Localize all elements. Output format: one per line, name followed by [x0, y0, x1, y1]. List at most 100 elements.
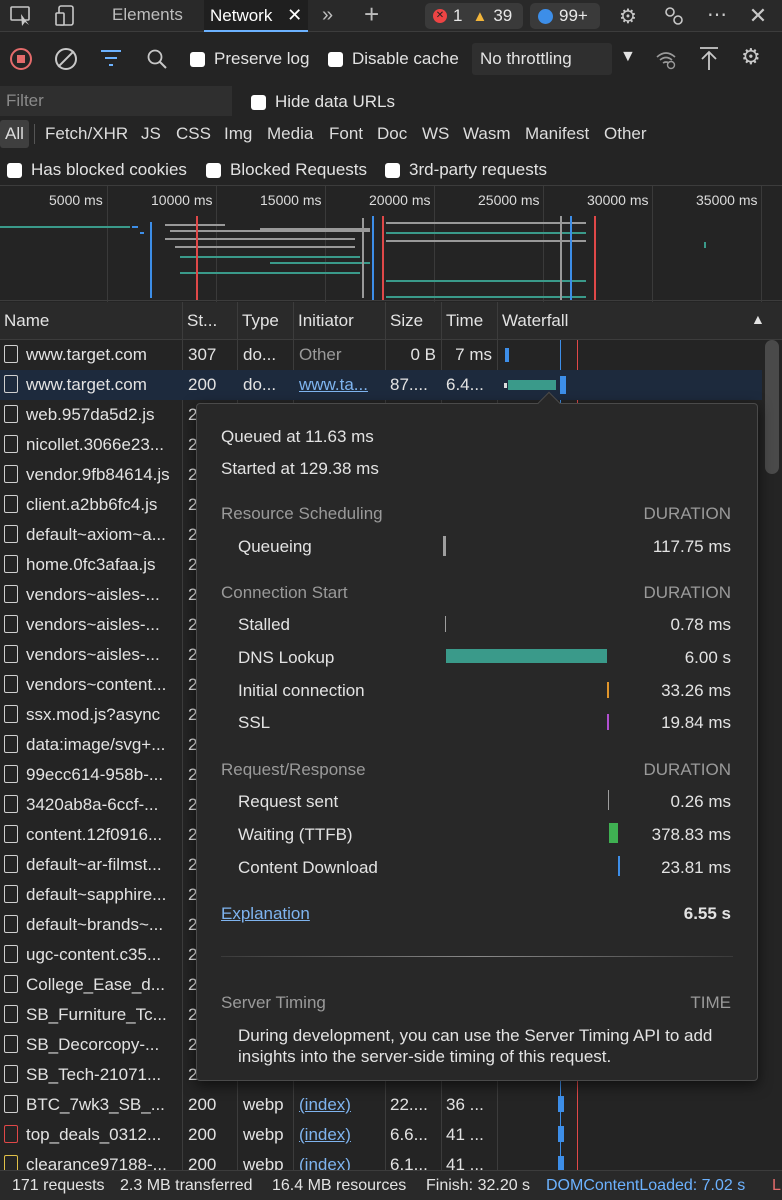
messages-counter[interactable]: 99+ — [530, 3, 600, 29]
issues-counter[interactable]: ✕ 1 ▲ 39 — [425, 3, 523, 29]
column-header-waterfall[interactable]: Waterfall — [497, 302, 782, 340]
close-tab-icon[interactable]: ✕ — [287, 5, 302, 25]
scrollbar-thumb[interactable] — [765, 340, 779, 474]
disable-cache-checkbox[interactable]: Disable cache — [328, 49, 459, 69]
script-icon — [4, 554, 18, 573]
column-header-type[interactable]: Type — [237, 302, 293, 340]
column-header-name[interactable]: Name — [0, 302, 182, 340]
waterfall-bar — [508, 380, 556, 390]
type-filter-all[interactable]: All — [0, 120, 29, 148]
type-filter-doc[interactable]: Doc — [377, 120, 407, 148]
type-filter-js[interactable]: JS — [141, 120, 161, 148]
phase-duration: 33.26 ms — [661, 681, 731, 700]
type-filter-img[interactable]: Img — [224, 120, 252, 148]
tab-network-label: Network — [210, 6, 273, 25]
network-conditions-icon[interactable] — [654, 48, 678, 75]
request-type: webp — [243, 1125, 284, 1144]
customize-icon[interactable] — [662, 4, 686, 28]
tab-elements[interactable]: Elements — [112, 0, 183, 32]
type-filter-wasm[interactable]: Wasm — [463, 120, 511, 148]
inspect-element-icon[interactable] — [8, 4, 34, 28]
column-header-size[interactable]: Size — [385, 302, 441, 340]
hide-data-urls-box[interactable] — [251, 94, 266, 110]
table-scrollbar[interactable] — [762, 340, 782, 1170]
preserve-log-box[interactable] — [190, 51, 205, 67]
column-header-initiator[interactable]: Initiator — [293, 302, 385, 340]
hide-data-urls-checkbox[interactable]: Hide data URLs — [251, 92, 395, 112]
filter-icon[interactable] — [100, 49, 122, 72]
overview-bars — [0, 216, 706, 300]
type-filter-font[interactable]: Font — [329, 120, 363, 148]
chevron-down-icon[interactable]: ▼ — [620, 48, 636, 66]
more-options-icon[interactable]: ⋯ — [704, 2, 730, 26]
overview-timeline[interactable]: 5000 ms 10000 ms 15000 ms 20000 ms 25000… — [0, 185, 782, 302]
load-time: L — [772, 1177, 781, 1194]
table-row[interactable]: top_deals_0312... 200 webp (index) 6.6..… — [0, 1120, 762, 1150]
request-initiator-link[interactable]: (index) — [299, 1120, 351, 1150]
close-devtools-icon[interactable]: ✕ — [746, 3, 770, 28]
has-blocked-cookies-checkbox[interactable]: Has blocked cookies — [7, 160, 187, 180]
type-filter-fetch-xhr[interactable]: Fetch/XHR — [45, 120, 128, 148]
preserve-log-checkbox[interactable]: Preserve log — [190, 49, 309, 69]
type-filter-manifest[interactable]: Manifest — [525, 120, 589, 148]
blocked-requests-box[interactable] — [206, 162, 221, 178]
import-har-icon[interactable] — [698, 46, 720, 77]
type-filter-other[interactable]: Other — [604, 120, 647, 148]
column-header-status[interactable]: St... — [182, 302, 237, 340]
more-tabs-icon[interactable]: » — [322, 0, 333, 32]
request-initiator-link[interactable]: www.ta... — [299, 370, 368, 400]
table-row[interactable]: BTC_7wk3_SB_... 200 webp (index) 22.... … — [0, 1090, 762, 1120]
phase-label: Queueing — [238, 537, 312, 556]
request-size: 87.... — [390, 375, 428, 394]
script-icon — [4, 764, 18, 783]
script-icon — [4, 794, 18, 813]
script-icon — [4, 824, 18, 843]
column-header-time[interactable]: Time — [441, 302, 497, 340]
network-settings-gear-icon[interactable]: ⚙ — [741, 44, 761, 70]
record-stop-icon[interactable] — [10, 48, 32, 70]
script-icon — [4, 914, 18, 933]
type-filter-ws[interactable]: WS — [422, 120, 449, 148]
device-toolbar-icon[interactable] — [54, 4, 80, 28]
section-server-timing: Server Timing — [221, 993, 326, 1012]
blocked-requests-checkbox[interactable]: Blocked Requests — [206, 160, 367, 180]
devtools-tab-bar: Elements Network ✕ » + ✕ 1 ▲ 39 99+ ⚙ ⋯ … — [0, 0, 782, 32]
waterfall-bar — [560, 376, 566, 394]
clear-icon[interactable] — [55, 48, 77, 70]
tab-network[interactable]: Network ✕ — [204, 0, 309, 32]
third-party-label: 3rd-party requests — [409, 160, 547, 179]
phase-label: Content Download — [238, 858, 378, 877]
overview-tick: 35000 ms — [696, 192, 758, 208]
disable-cache-box[interactable] — [328, 51, 343, 67]
duration-header: DURATION — [643, 583, 731, 602]
overview-tick: 30000 ms — [587, 192, 649, 208]
type-filter-css[interactable]: CSS — [176, 120, 211, 148]
network-status-bar: 171 requests 2.3 MB transferred 16.4 MB … — [0, 1170, 782, 1200]
throttling-select[interactable]: No throttling — [472, 43, 612, 75]
phase-duration: 19.84 ms — [661, 713, 731, 732]
request-initiator: Other — [299, 345, 342, 364]
table-row[interactable]: www.target.com 307 do... Other 0 B 7 ms — [0, 340, 762, 370]
filter-input[interactable] — [0, 86, 232, 116]
search-icon[interactable] — [146, 48, 168, 75]
request-name: default~sapphire... — [26, 885, 167, 904]
image-icon — [4, 974, 18, 993]
sort-ascending-icon[interactable]: ▲ — [751, 311, 765, 327]
network-toolbar: Preserve log Disable cache No throttling… — [0, 40, 782, 80]
started-at: Started at 129.38 ms — [221, 459, 379, 478]
third-party-box[interactable] — [385, 162, 400, 178]
third-party-checkbox[interactable]: 3rd-party requests — [385, 160, 547, 180]
request-name: content.12f0916... — [26, 825, 163, 844]
type-filter-media[interactable]: Media — [267, 120, 313, 148]
add-tab-icon[interactable]: + — [364, 0, 379, 32]
dom-content-loaded-time: DOMContentLoaded: 7.02 s — [546, 1177, 746, 1194]
request-time: 6.4... — [446, 375, 484, 394]
explanation-link[interactable]: Explanation — [221, 904, 310, 924]
table-row[interactable]: clearance97188-... 200 webp (index) 6.1.… — [0, 1150, 762, 1170]
request-initiator-link[interactable]: (index) — [299, 1090, 351, 1120]
settings-gear-icon[interactable]: ⚙ — [616, 4, 640, 28]
request-initiator-link[interactable]: (index) — [299, 1150, 351, 1170]
request-name: vendor.9fb84614.js — [26, 465, 170, 484]
table-row[interactable]: www.target.com 200 do... www.ta... 87...… — [0, 370, 762, 400]
has-blocked-cookies-box[interactable] — [7, 162, 22, 178]
